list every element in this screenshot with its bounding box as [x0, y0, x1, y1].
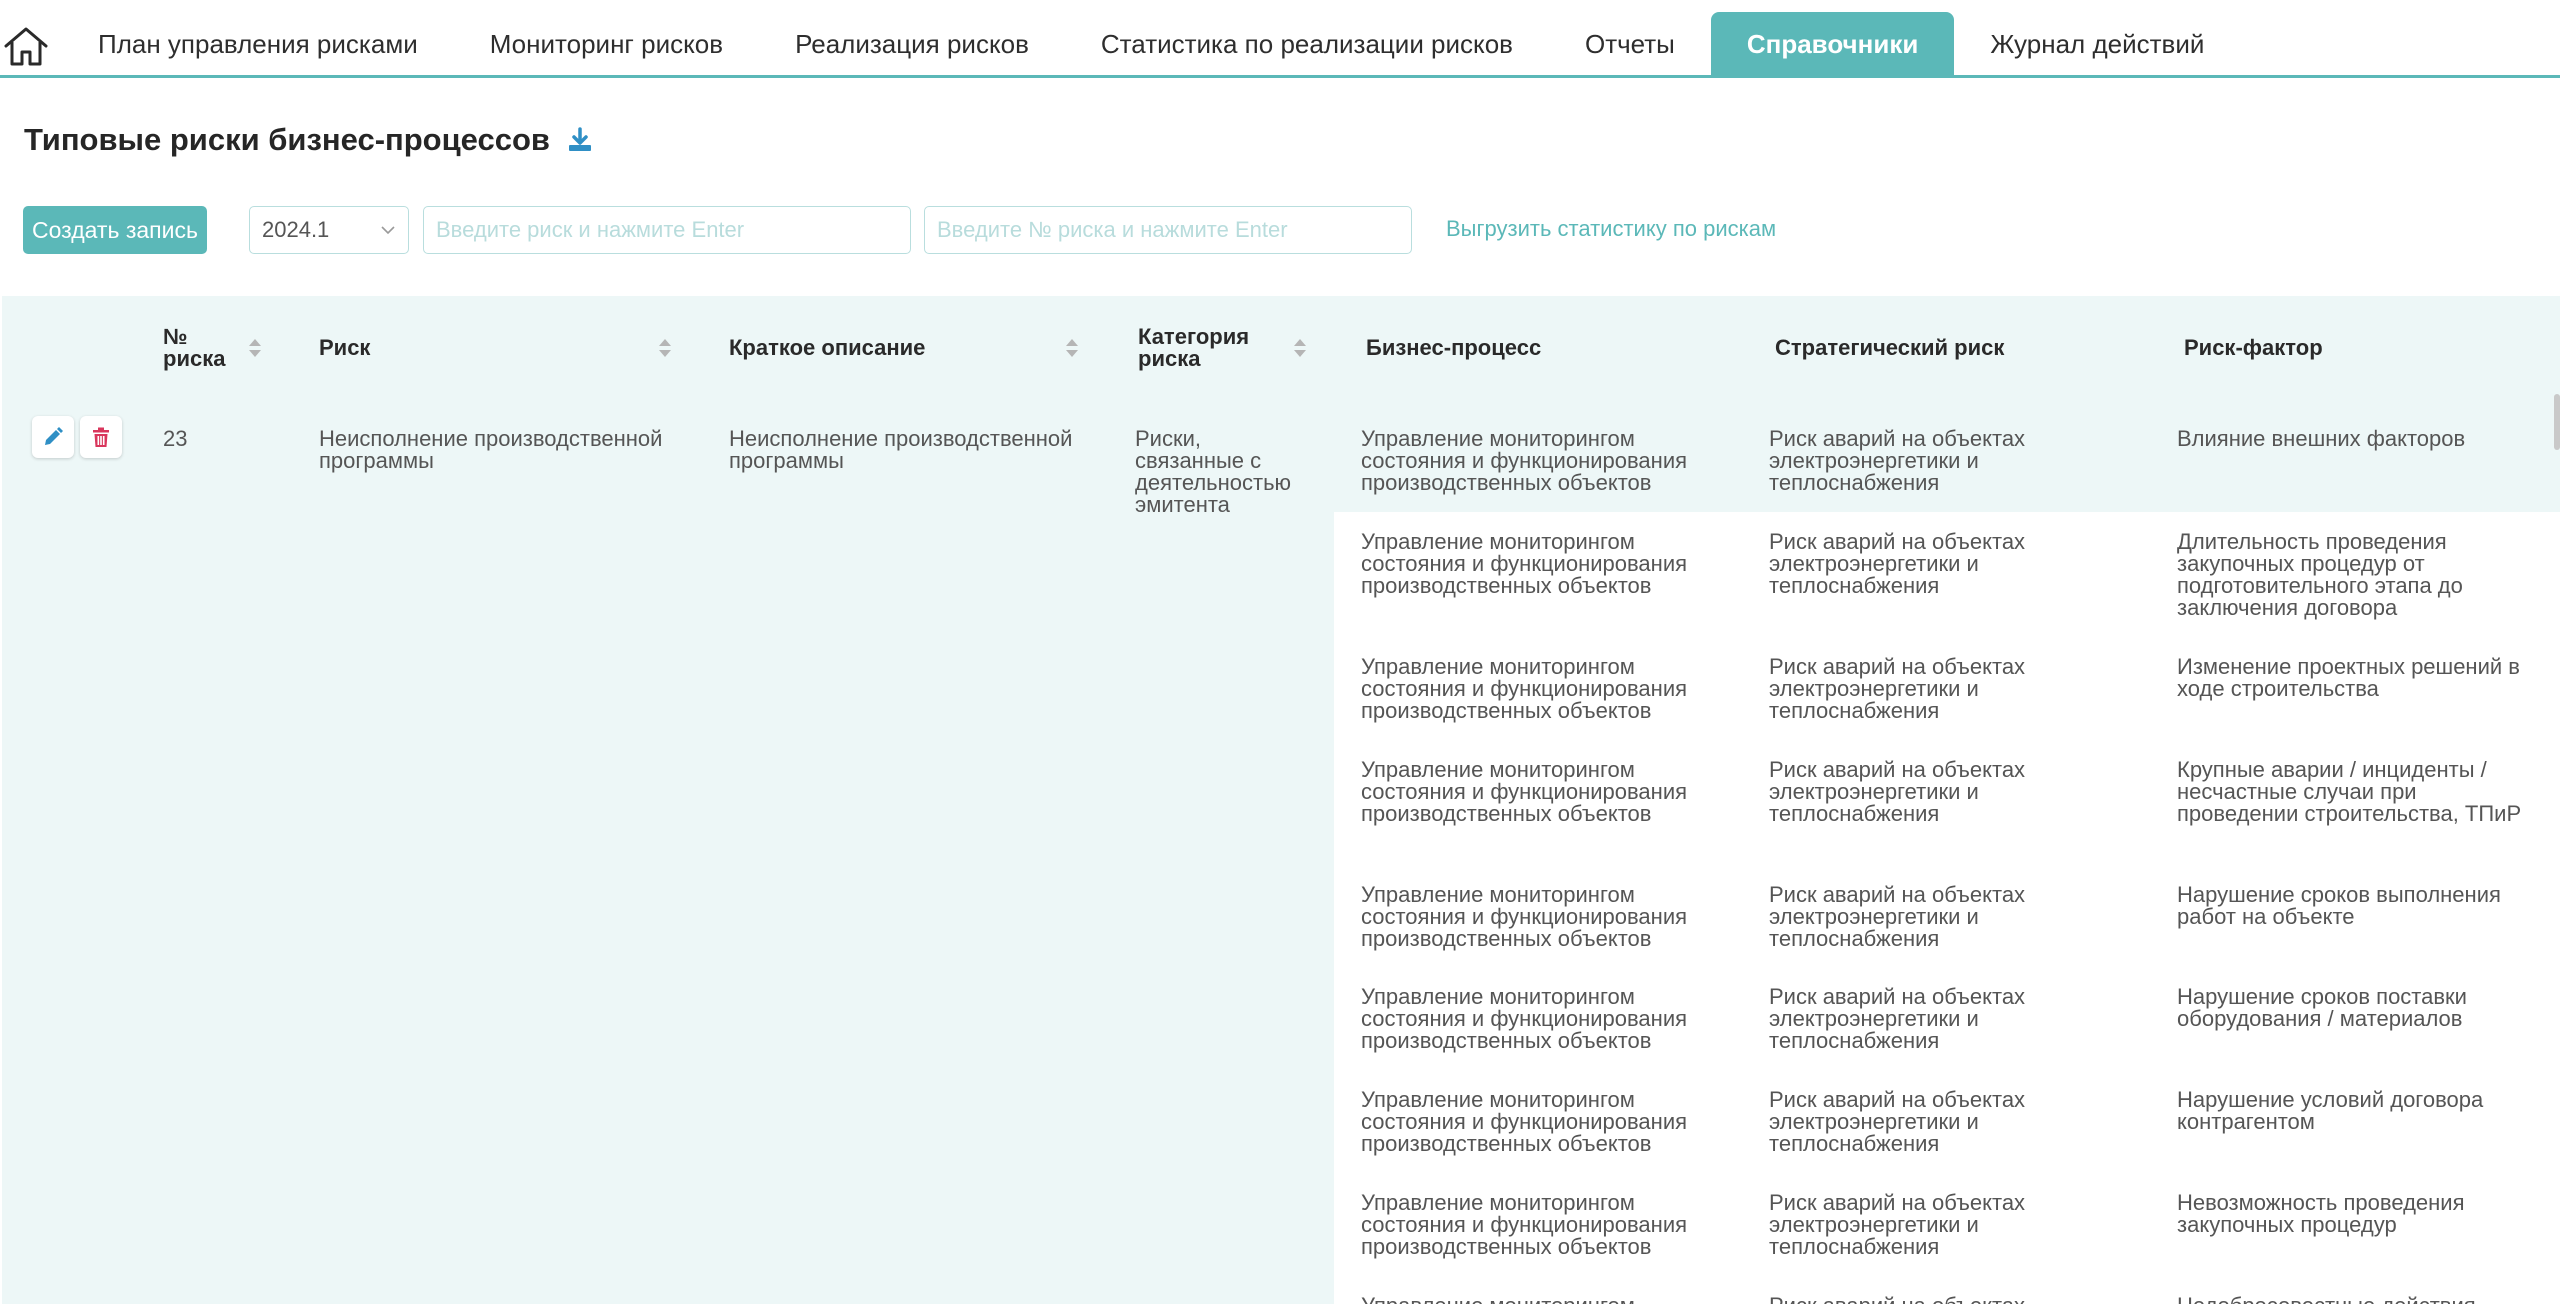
- col-header-risk[interactable]: Риск: [319, 296, 619, 400]
- subrow-strategic: Риск аварий на объектах электроэнергетик…: [1769, 529, 2026, 598]
- col-header-process-label: Бизнес-процесс: [1366, 335, 1542, 360]
- scrollbar[interactable]: [2554, 394, 2560, 450]
- table-header: № риска Риск Краткое описание Категория …: [2, 296, 2560, 400]
- sort-icon[interactable]: [657, 337, 673, 359]
- risks-table: № риска Риск Краткое описание Категория …: [2, 296, 2560, 1304]
- col-header-process: Бизнес-процесс: [1366, 296, 1726, 400]
- delete-button[interactable]: [80, 416, 122, 458]
- col-header-description[interactable]: Краткое описание: [729, 296, 1029, 400]
- tab-risk-monitoring[interactable]: Мониторинг рисков: [454, 12, 759, 77]
- col-header-factor: Риск-фактор: [2184, 296, 2544, 400]
- tab-directories[interactable]: Справочники: [1710, 12, 1955, 77]
- nav-tabs: План управления рисками Мониторинг риско…: [62, 12, 2240, 78]
- subrow-factor: Нарушение сроков выполнения работ на объ…: [2177, 882, 2501, 929]
- trash-icon: [93, 427, 109, 447]
- col-header-factor-label: Риск-фактор: [2184, 335, 2323, 360]
- sort-icon[interactable]: [1064, 337, 1080, 359]
- risk-number-input[interactable]: [924, 206, 1412, 254]
- tab-action-log[interactable]: Журнал действий: [1954, 12, 2240, 77]
- version-select[interactable]: 2024.1: [249, 206, 409, 254]
- version-select-value: 2024.1: [262, 217, 330, 242]
- subrow-process: Управление мониторингом состояния и функ…: [1361, 654, 1688, 723]
- create-record-button[interactable]: Создать запись: [23, 206, 207, 254]
- row-category: Риски, связанные с деятельностью эмитент…: [1135, 426, 1292, 517]
- subrow-factor: Нарушение сроков поставки оборудования /…: [2177, 984, 2467, 1031]
- subrow-process: Управление мониторингом состояния и функ…: [1361, 529, 1688, 598]
- subrow-process: Управление мониторингом состояния и функ…: [1361, 757, 1688, 826]
- subrow-process: Управление мониторингом состояния и функ…: [1361, 1190, 1688, 1259]
- chevron-down-icon: [381, 226, 395, 235]
- subrow-strategic: Риск аварий на объектах электроэнергетик…: [1769, 757, 2026, 826]
- tab-risk-realization[interactable]: Реализация рисков: [759, 12, 1065, 77]
- risk-search-input[interactable]: [423, 206, 911, 254]
- subrow-factor: Влияние внешних факторов: [2177, 426, 2466, 451]
- tab-reports[interactable]: Отчеты: [1549, 12, 1711, 77]
- subrow-strategic: Риск аварий на объектах электроэнергетик…: [1769, 426, 2026, 495]
- tab-risk-plan[interactable]: План управления рисками: [62, 12, 454, 77]
- sort-icon[interactable]: [1292, 337, 1308, 359]
- subrow-process: Управление мониторингом состояния и функ…: [1361, 426, 1688, 495]
- pencil-icon: [45, 427, 63, 445]
- subrow-factor: Изменение проектных решений в ходе строи…: [2177, 654, 2520, 701]
- subrow-strategic: Риск аварий на объектах электроэнергетик…: [1769, 1295, 2129, 1304]
- subrow-factor: Невозможность проведения закупочных проц…: [2177, 1190, 2465, 1237]
- subrow-process: Управление мониторингом состояния и функ…: [1361, 1295, 1721, 1304]
- export-statistics-link[interactable]: Выгрузить статистику по рискам: [1446, 216, 1776, 242]
- subrow-strategic: Риск аварий на объектах электроэнергетик…: [1769, 1190, 2026, 1259]
- subrow-factor: Крупные аварии / инциденты / несчастные …: [2177, 757, 2522, 826]
- subrow-strategic: Риск аварий на объектах электроэнергетик…: [1769, 654, 2026, 723]
- home-icon[interactable]: [2, 24, 50, 68]
- subrow-strategic: Риск аварий на объектах электроэнергетик…: [1769, 882, 2026, 951]
- subrow-process: Управление мониторингом состояния и функ…: [1361, 1087, 1688, 1156]
- row-risk: Неисполнение производственной программы: [319, 426, 663, 473]
- col-header-description-label: Краткое описание: [729, 335, 926, 360]
- subrow-factor: Нарушение условий договора контрагентом: [2177, 1087, 2484, 1134]
- subrow-strategic: Риск аварий на объектах электроэнергетик…: [1769, 984, 2026, 1053]
- tab-realization-statistics[interactable]: Статистика по реализации рисков: [1065, 12, 1549, 77]
- edit-button[interactable]: [32, 416, 74, 458]
- subrow-process: Управление мониторингом состояния и функ…: [1361, 882, 1688, 951]
- row-description: Неисполнение производственной программы: [729, 426, 1073, 473]
- page-title: Типовые риски бизнес-процессов: [24, 122, 550, 157]
- col-header-number[interactable]: № риска: [163, 296, 233, 400]
- col-header-category-label: Категория риска: [1138, 324, 1250, 371]
- col-header-strategic: Стратегический риск: [1775, 296, 2135, 400]
- subrow-process: Управление мониторингом состояния и функ…: [1361, 984, 1688, 1053]
- page-header: Типовые риски бизнес-процессов: [24, 122, 594, 158]
- row-actions: [32, 416, 122, 458]
- download-icon[interactable]: [566, 126, 594, 154]
- col-header-number-label: № риска: [163, 324, 226, 371]
- sort-icon[interactable]: [247, 337, 263, 359]
- top-navigation: План управления рисками Мониторинг риско…: [0, 0, 2560, 78]
- col-header-risk-label: Риск: [319, 335, 371, 360]
- col-header-category[interactable]: Категория риска: [1138, 296, 1278, 400]
- subrow-factor: Длительность проведения закупочных проце…: [2177, 529, 2463, 620]
- subrow-strategic: Риск аварий на объектах электроэнергетик…: [1769, 1087, 2026, 1156]
- col-header-strategic-label: Стратегический риск: [1775, 335, 2005, 360]
- row-number: 23: [163, 426, 188, 451]
- subrow-factor: Недобросовестные действия: [2177, 1295, 2537, 1304]
